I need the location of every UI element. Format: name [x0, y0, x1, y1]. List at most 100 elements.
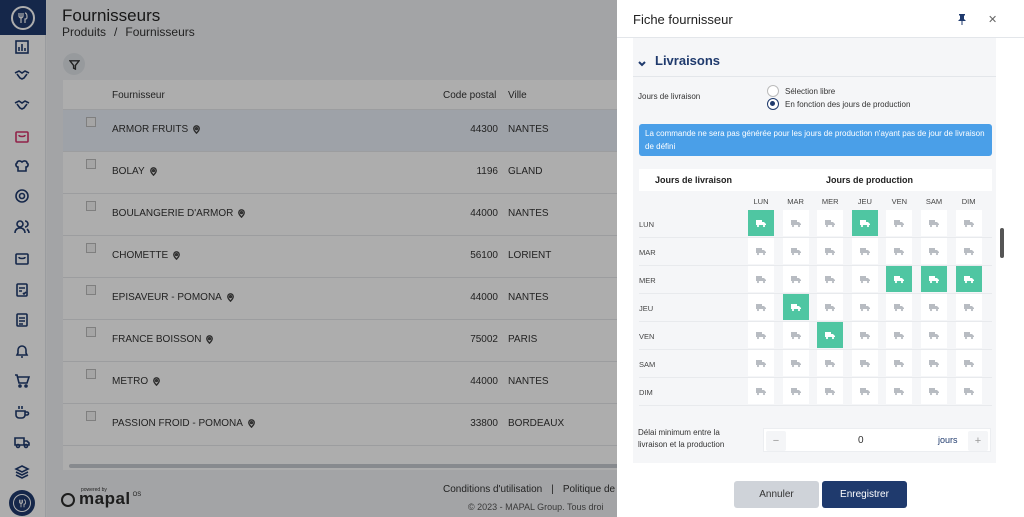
- grid-cell[interactable]: [748, 378, 774, 404]
- grid-cell[interactable]: [955, 322, 982, 348]
- grid-cell[interactable]: [782, 350, 809, 376]
- column-header-lun: LUN: [753, 197, 769, 206]
- grid-cell[interactable]: [817, 238, 844, 264]
- section-title: Livraisons: [655, 53, 721, 68]
- grid-cell[interactable]: [782, 294, 809, 320]
- delay-unit: jours: [938, 435, 958, 445]
- grid-cell[interactable]: [748, 322, 774, 348]
- grid-cell[interactable]: [748, 210, 774, 236]
- grid-cell[interactable]: [851, 322, 878, 348]
- truck-icon: [929, 248, 939, 256]
- grid-cell[interactable]: [955, 266, 982, 292]
- truck-icon: [963, 332, 974, 340]
- truck-icon: [859, 360, 870, 368]
- save-button[interactable]: Enregistrer: [822, 481, 907, 508]
- truck-icon: [756, 304, 766, 312]
- drawer-title: Fiche fournisseur: [633, 12, 733, 27]
- truck-icon: [894, 276, 905, 284]
- decrement-button[interactable]: −: [766, 431, 786, 451]
- grid-cell[interactable]: [921, 350, 947, 376]
- grid-cell[interactable]: [955, 350, 982, 376]
- grid-cell[interactable]: [817, 378, 844, 404]
- grid-cell[interactable]: [921, 210, 947, 236]
- radio-production-days[interactable]: En fonction des jours de production: [767, 98, 910, 110]
- increment-button[interactable]: +: [968, 431, 988, 451]
- radio-free-selection-control[interactable]: [767, 85, 779, 97]
- vertical-scrollbar[interactable]: [1000, 228, 1004, 258]
- grid-cell[interactable]: [886, 322, 913, 348]
- grid-cell[interactable]: [921, 294, 947, 320]
- grid-header: Jours de livraison Jours de production: [639, 169, 992, 191]
- grid-cell[interactable]: [782, 238, 809, 264]
- row-label-mar: MAR: [639, 248, 656, 257]
- truck-icon: [859, 220, 870, 228]
- supplier-drawer: Fiche fournisseur ✕ Livraisons Jours de …: [617, 0, 1024, 517]
- modal-overlay[interactable]: [0, 0, 617, 517]
- grid-cell[interactable]: [851, 378, 878, 404]
- truck-icon: [756, 332, 766, 340]
- truck-icon: [894, 332, 905, 340]
- grid-cell[interactable]: [886, 350, 913, 376]
- row-label-ven: VEN: [639, 332, 655, 341]
- grid-cell[interactable]: [748, 266, 774, 292]
- row-label-sam: SAM: [639, 360, 656, 369]
- truck-icon: [929, 220, 939, 228]
- truck-icon: [756, 276, 766, 284]
- truck-icon: [894, 248, 905, 256]
- divider: [633, 76, 996, 77]
- grid-cell[interactable]: [782, 322, 809, 348]
- grid-cell[interactable]: [851, 238, 878, 264]
- grid-cell[interactable]: [748, 238, 774, 264]
- grid-cell[interactable]: [817, 350, 844, 376]
- grid-header-delivery: Jours de livraison: [655, 175, 733, 185]
- truck-icon: [825, 388, 836, 396]
- truck-icon: [790, 360, 801, 368]
- pin-icon[interactable]: [956, 12, 968, 25]
- column-header-mar: MAR: [787, 197, 804, 206]
- column-header-sam: SAM: [925, 197, 943, 206]
- grid-cell[interactable]: [886, 266, 913, 292]
- truck-icon: [756, 248, 766, 256]
- radio-production-days-control[interactable]: [767, 98, 779, 110]
- grid-header-production: Jours de production: [826, 175, 914, 185]
- grid-cell[interactable]: [921, 238, 947, 264]
- truck-icon: [929, 360, 939, 368]
- grid-cell[interactable]: [748, 294, 774, 320]
- grid-cell[interactable]: [851, 350, 878, 376]
- truck-icon: [825, 248, 836, 256]
- cancel-button[interactable]: Annuler: [734, 481, 819, 508]
- radio-free-selection-label: Sélection libre: [785, 86, 836, 96]
- grid-cell[interactable]: [817, 210, 844, 236]
- grid-cell[interactable]: [955, 378, 982, 404]
- delay-value[interactable]: 0: [858, 435, 864, 446]
- truck-icon: [825, 304, 836, 312]
- truck-icon: [929, 332, 939, 340]
- grid-cell[interactable]: [886, 378, 913, 404]
- truck-icon: [825, 276, 836, 284]
- grid-cell[interactable]: [955, 210, 982, 236]
- grid-cell[interactable]: [782, 266, 809, 292]
- row-label-lun: LUN: [639, 220, 655, 229]
- grid-cell[interactable]: [851, 294, 878, 320]
- radio-free-selection[interactable]: Sélection libre: [767, 85, 835, 97]
- grid-cell[interactable]: [817, 294, 844, 320]
- truck-icon: [790, 220, 801, 228]
- grid-cell[interactable]: [851, 210, 878, 236]
- grid-cell[interactable]: [817, 322, 844, 348]
- grid-cell[interactable]: [886, 238, 913, 264]
- grid-cell[interactable]: [921, 322, 947, 348]
- grid-cell[interactable]: [782, 210, 809, 236]
- grid-cell[interactable]: [921, 266, 947, 292]
- grid-cell[interactable]: [817, 266, 844, 292]
- truck-icon: [963, 276, 974, 284]
- grid-cell[interactable]: [955, 238, 982, 264]
- close-icon[interactable]: ✕: [988, 13, 997, 26]
- grid-cell[interactable]: [921, 378, 947, 404]
- section-livraisons-header[interactable]: Livraisons: [637, 53, 720, 68]
- grid-cell[interactable]: [851, 266, 878, 292]
- grid-cell[interactable]: [748, 350, 774, 376]
- grid-cell[interactable]: [886, 210, 913, 236]
- grid-cell[interactable]: [886, 294, 913, 320]
- grid-cell[interactable]: [782, 378, 809, 404]
- grid-cell[interactable]: [955, 294, 982, 320]
